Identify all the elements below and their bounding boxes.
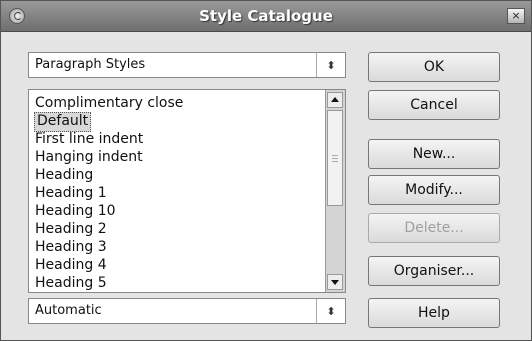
new-button[interactable]: New... [368,139,500,169]
list-item[interactable]: Complimentary close [35,94,183,112]
list-item[interactable]: Heading 2 [35,220,107,238]
style-type-select[interactable]: Paragraph Styles ⬍ [28,52,346,78]
modify-button[interactable]: Modify... [368,175,500,205]
arrow-down-icon [331,280,339,285]
spin-arrows-icon: ⬍ [316,53,345,77]
list-item[interactable]: Heading 3 [35,238,107,256]
delete-button[interactable]: Delete... [368,213,500,243]
cancel-button[interactable]: Cancel [368,90,500,120]
help-button[interactable]: Help [368,298,500,328]
list-item[interactable]: Heading 10 [35,202,116,220]
list-scrollbar[interactable] [325,90,345,292]
list-item[interactable]: Heading 4 [35,256,107,274]
list-item[interactable]: First line indent [35,130,143,148]
filter-select[interactable]: Automatic ⬍ [28,298,346,324]
arrow-up-icon [331,97,339,102]
organiser-button[interactable]: Organiser... [368,256,500,286]
spin-arrows-icon: ⬍ [316,299,345,323]
list-item[interactable]: Hanging indent [35,148,143,166]
dialog-title: Style Catalogue [199,7,333,25]
list-item-selected[interactable]: Default [34,112,92,132]
title-bar: Style Catalogue × [1,1,531,32]
styles-list[interactable]: Complimentary close Default First line i… [28,89,346,293]
list-item[interactable]: Heading [35,166,93,184]
scrollbar-thumb[interactable] [327,110,343,206]
scroll-down-button[interactable] [327,274,343,290]
close-icon[interactable]: × [507,8,525,24]
style-catalogue-dialog: Style Catalogue × Paragraph Styles ⬍ Com… [0,0,532,341]
scroll-up-button[interactable] [327,92,343,108]
style-type-value: Paragraph Styles [35,57,146,72]
filter-value: Automatic [35,303,102,318]
list-item[interactable]: Heading 1 [35,184,107,202]
list-item[interactable]: Heading 5 [35,274,107,292]
ok-button[interactable]: OK [368,52,500,82]
